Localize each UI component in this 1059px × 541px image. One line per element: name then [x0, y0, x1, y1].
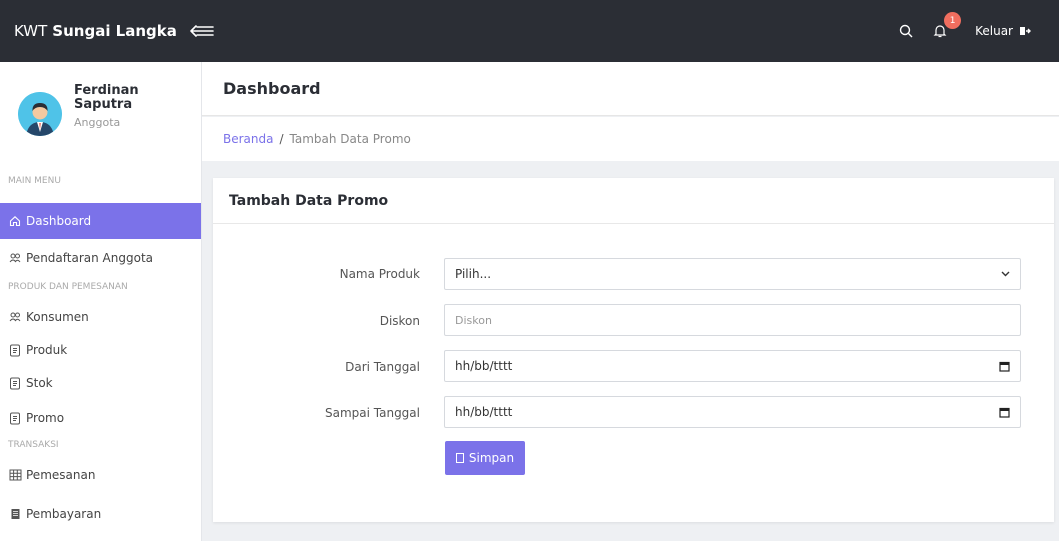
user-profile: Ferdinan Saputra Anggota: [18, 84, 174, 136]
bell-icon[interactable]: 1: [929, 12, 962, 42]
breadcrumb-home-link[interactable]: Beranda: [223, 132, 273, 146]
save-icon: [455, 453, 464, 463]
sidebar-item-label: Promo: [26, 411, 65, 425]
users-icon: [8, 310, 22, 324]
form-row-produk: Nama Produk Pilih...: [213, 257, 1054, 291]
sidebar-item-label: Pemesanan: [26, 468, 96, 482]
logout-icon: [1020, 27, 1031, 35]
sidebar-item-label: Pembayaran: [26, 507, 102, 521]
profile-role: Anggota: [74, 116, 121, 129]
logout-button[interactable]: Keluar: [975, 24, 1031, 38]
sampai-tanggal-label: Sampai Tanggal: [324, 406, 420, 420]
diskon-label: Diskon: [379, 314, 420, 328]
profile-name: Ferdinan Saputra: [74, 83, 139, 112]
section-label-transaksi: TRANSAKSI: [8, 440, 59, 450]
home-icon: [8, 214, 22, 228]
dari-tanggal-value: hh/bb/tttt: [455, 359, 513, 373]
section-label-main: MAIN MENU: [8, 176, 61, 186]
section-label-produk: PRODUK DAN PEMESANAN: [8, 282, 128, 292]
dari-tanggal-label: Dari Tanggal: [345, 360, 420, 374]
sidebar-item-pembayaran[interactable]: Pembayaran: [0, 496, 201, 532]
menu-toggle-icon[interactable]: [189, 20, 215, 42]
save-button[interactable]: Simpan: [445, 441, 525, 475]
sidebar-item-label: Pendaftaran Anggota: [26, 251, 153, 265]
sidebar-item-dashboard[interactable]: Dashboard: [0, 203, 201, 239]
sidebar: Ferdinan Saputra Anggota MAIN MENU Dashb…: [0, 62, 202, 541]
table-icon: [8, 468, 22, 482]
brand-prefix: KWT: [14, 22, 48, 40]
calendar-icon[interactable]: [999, 361, 1010, 372]
document-icon: [8, 411, 22, 425]
calendar-icon[interactable]: [999, 407, 1010, 418]
sidebar-item-label: Dashboard: [26, 214, 92, 228]
sidebar-item-promo[interactable]: Promo: [0, 400, 201, 436]
sidebar-item-pemesanan[interactable]: Pemesanan: [0, 457, 201, 493]
sidebar-item-label: Produk: [26, 343, 68, 357]
sidebar-item-pendaftaran-anggota[interactable]: Pendaftaran Anggota: [0, 240, 201, 276]
brand-name: Sungai Langka: [52, 22, 177, 40]
sampai-tanggal-value: hh/bb/tttt: [455, 405, 513, 419]
sidebar-item-konsumen[interactable]: Konsumen: [0, 299, 201, 335]
breadcrumb-separator: /: [279, 132, 284, 146]
sidebar-item-produk[interactable]: Produk: [0, 332, 201, 368]
produk-select[interactable]: Pilih...: [444, 258, 1021, 290]
produk-select-value: Pilih...: [455, 267, 492, 281]
form-row-diskon: Diskon Diskon: [213, 304, 1054, 338]
logout-label: Keluar: [975, 24, 1013, 38]
avatar: [18, 92, 62, 136]
card-title: Tambah Data Promo: [213, 178, 1054, 224]
page-title: Dashboard: [223, 79, 321, 98]
save-button-label: Simpan: [468, 451, 515, 465]
promo-form-card: Tambah Data Promo Nama Produk Pilih... D…: [213, 178, 1054, 522]
brand[interactable]: KWT Sungai Langka: [0, 0, 177, 62]
sidebar-item-label: Stok: [26, 376, 53, 390]
breadcrumb-current: Tambah Data Promo: [289, 132, 411, 146]
sidebar-item-label: Konsumen: [26, 310, 89, 324]
produk-label: Nama Produk: [339, 267, 420, 281]
form-row-sampai-tanggal: Sampai Tanggal hh/bb/tttt: [213, 396, 1054, 430]
dari-tanggal-input[interactable]: hh/bb/tttt: [444, 350, 1021, 382]
sidebar-item-stok[interactable]: Stok: [0, 365, 201, 401]
chevron-down-icon: [1001, 271, 1010, 277]
document-icon: [8, 376, 22, 390]
breadcrumb: Beranda / Tambah Data Promo: [202, 117, 1059, 161]
top-navbar: KWT Sungai Langka 1 Keluar: [0, 0, 1059, 62]
notification-badge: 1: [944, 12, 962, 29]
form-row-dari-tanggal: Dari Tanggal hh/bb/tttt: [213, 350, 1054, 384]
diskon-input[interactable]: Diskon: [444, 304, 1021, 336]
sampai-tanggal-input[interactable]: hh/bb/tttt: [444, 396, 1021, 428]
document-icon: [8, 343, 22, 357]
receipt-icon: [8, 507, 22, 521]
users-icon: [8, 251, 22, 265]
search-icon[interactable]: [895, 20, 917, 42]
page-header: Dashboard: [202, 62, 1059, 116]
